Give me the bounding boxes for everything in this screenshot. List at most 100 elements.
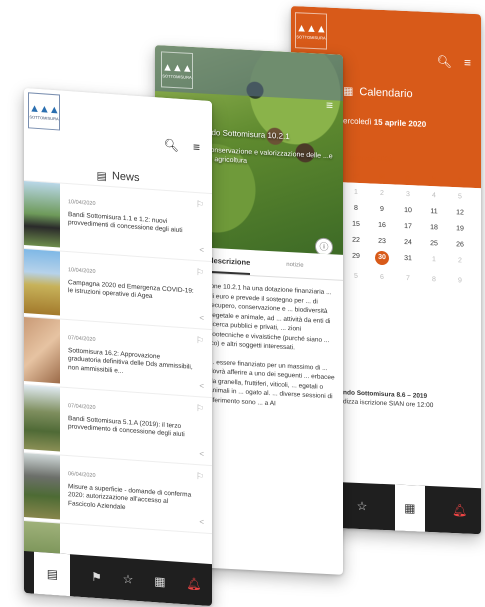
calendar-day[interactable]: 8 <box>343 204 369 212</box>
news-nav-icon[interactable]: ▤ <box>34 551 71 597</box>
calendar-day[interactable]: 1 <box>343 188 369 196</box>
calendar-day[interactable]: 25 <box>421 240 447 248</box>
bookmark-icon[interactable]: ⚐ <box>196 199 204 211</box>
newspaper-icon: ▤ <box>96 169 107 183</box>
bookmark-icon[interactable]: ⚐ <box>196 267 204 279</box>
search-icon[interactable]: 🔍︎ <box>437 54 452 69</box>
tab-notizie[interactable]: notizie <box>286 261 303 268</box>
news-header: ▲▲▲ SOTTOMISURA 🔍︎ ≡ <box>24 88 212 172</box>
weekday-header: S <box>457 177 463 185</box>
calendar-day[interactable]: 7 <box>395 275 421 283</box>
calendar-nav-icon[interactable]: ▦ <box>394 484 425 532</box>
share-icon[interactable]: < <box>199 517 204 526</box>
info-fab-icon[interactable]: ⓘ <box>315 237 333 255</box>
calendar-day[interactable]: 5 <box>447 193 473 201</box>
share-icon[interactable]: < <box>199 313 204 322</box>
news-item-text: 10/04/2020 Bandi Sottomisura 1.1 e 1.2: n… <box>60 184 212 262</box>
news-list-item[interactable]: 06/04/2020 Misure a superficie - domande … <box>24 452 212 534</box>
news-headline: Sottomisura 16.2: Approvazione graduator… <box>68 346 193 375</box>
calendar-title-text: Calendario <box>359 85 413 100</box>
news-headline: Bandi Sottomisura 1.1 e 1.2: nuovi provv… <box>68 210 183 235</box>
share-icon[interactable]: < <box>199 381 204 390</box>
calendar-nav-icon[interactable]: ▦ <box>154 574 165 589</box>
bookmark-nav-icon[interactable]: ⚑ <box>91 570 102 585</box>
menu-icon[interactable]: ≡ <box>326 98 333 112</box>
news-headline: Bandi Sottomisura 5.1.A (2019): il terzo… <box>68 414 185 439</box>
bookmark-icon[interactable]: ⚐ <box>196 335 204 347</box>
star-icon[interactable]: ☆ <box>123 572 134 587</box>
month-label: gennaio 2020 <box>350 154 393 164</box>
selected-date-value: 15 aprile 2020 <box>373 117 427 129</box>
calendar-day[interactable]: 23 <box>369 237 395 245</box>
bookmark-icon[interactable]: ⚐ <box>196 403 204 415</box>
calendar-day[interactable]: 24 <box>395 239 421 247</box>
app-logo[interactable]: ▲▲▲ SOTTOMISURA <box>161 51 193 89</box>
news-thumbnail <box>24 453 60 520</box>
calendar-day[interactable]: 8 <box>421 276 447 284</box>
logo-text: SOTTOMISURA <box>162 72 192 80</box>
calendar-day[interactable]: 17 <box>395 223 421 231</box>
calendar-day[interactable]: 5 <box>343 272 369 280</box>
notification-bell-icon[interactable]: 🔔︎ <box>452 503 467 518</box>
calendar-header-actions: 🔍︎ ≡ <box>437 54 471 69</box>
calendar-event[interactable]: ndo Sottomisura 8.6 – 2019 dizza iscrizi… <box>343 388 473 412</box>
news-list-item[interactable]: 07/04/2020 Bandi Sottomisura 5.1.A (2019)… <box>24 384 212 466</box>
news-thumbnail <box>24 385 60 452</box>
news-thumbnail <box>24 317 60 384</box>
calendar-day-selected[interactable]: 30 <box>375 250 389 266</box>
calendar-day[interactable]: 9 <box>369 205 395 213</box>
weekday-header: M <box>379 173 385 182</box>
calendar-day[interactable]: 18 <box>421 224 447 232</box>
detail-topbar: ▲▲▲ SOTTOMISURA <box>155 45 343 101</box>
logo-text: SOTTOMISURA <box>296 33 326 41</box>
calendar-day[interactable]: 3 <box>395 191 421 199</box>
calendar-day[interactable]: 9 <box>447 277 473 285</box>
selected-date-prefix: ercoledì <box>343 116 372 127</box>
calendar-day[interactable]: 26 <box>447 241 473 249</box>
news-header-actions: 🔍︎ ≡ <box>164 138 200 155</box>
detail-subtitle: conservazione e valorizzazione delle ...… <box>207 146 333 165</box>
calendar-title: ▦ Calendario <box>343 84 413 100</box>
calendar-day[interactable]: 1 <box>421 256 447 268</box>
tab-descrizione[interactable]: descrizione <box>209 255 251 275</box>
event-description: dizza iscrizione SIAN ore 12:00 <box>343 398 434 410</box>
news-item-text: 10/04/2020 Campagna 2020 ed Emergenza COV… <box>60 252 212 330</box>
calendar-day[interactable]: 12 <box>447 209 473 217</box>
notification-bell-icon[interactable]: 🔔︎ <box>186 576 201 591</box>
calendar-day[interactable]: 29 <box>343 252 369 264</box>
detail-title: ndo Sottomisura 10.2.1 <box>207 127 290 142</box>
share-icon[interactable]: < <box>199 245 204 254</box>
news-headline: Misure a superficie - domande di conferm… <box>68 482 192 511</box>
share-icon[interactable]: < <box>199 449 204 458</box>
calendar-day[interactable]: 15 <box>343 220 369 228</box>
calendar-day[interactable]: 19 <box>447 225 473 233</box>
star-icon[interactable]: ☆ <box>357 499 368 513</box>
news-list-item[interactable]: 10/04/2020 Campagna 2020 ed Emergenza COV… <box>24 248 212 330</box>
menu-icon[interactable]: ≡ <box>193 140 200 154</box>
news-item-text: 07/04/2020 Bandi Sottomisura 5.1.A (2019)… <box>60 388 212 466</box>
news-item-text: 06/04/2020 Misure a superficie - domande … <box>60 456 212 534</box>
app-logo[interactable]: ▲▲▲ SOTTOMISURA <box>28 92 60 131</box>
calendar-day[interactable]: 10 <box>395 207 421 215</box>
bookmark-icon[interactable]: ⚐ <box>196 471 204 483</box>
calendar-day[interactable]: 31 <box>395 255 421 267</box>
calendar-day[interactable]: 6 <box>369 273 395 281</box>
news-thumbnail <box>24 181 60 248</box>
menu-icon[interactable]: ≡ <box>464 56 471 70</box>
news-list-item[interactable]: 07/04/2020 Sottomisura 16.2: Approvazione… <box>24 316 212 398</box>
calendar-day[interactable]: 2 <box>369 189 395 197</box>
description-paragraph: ione 10.2.1 ha una dotazione finanziaria… <box>209 282 332 352</box>
calendar-day[interactable]: 4 <box>421 192 447 200</box>
calendar-day[interactable]: 16 <box>369 221 395 229</box>
calendar-grid: M M G V S 1 2 3 4 5 8 9 10 11 12 15 16 17 18 19 22 23 24 25 26 29… <box>343 172 473 285</box>
search-icon[interactable]: 🔍︎ <box>164 138 179 153</box>
weekday-header: V <box>431 176 437 184</box>
calendar-day[interactable]: 2 <box>447 257 473 269</box>
news-item-text: 07/04/2020 Sottomisura 16.2: Approvazione… <box>60 320 212 398</box>
calendar-icon: ▦ <box>343 85 354 98</box>
calendar-day[interactable]: 11 <box>421 208 447 216</box>
app-logo[interactable]: ▲▲▲ SOTTOMISURA <box>295 12 327 50</box>
description-paragraph: ... essere finanziato per un massimo di … <box>209 358 335 407</box>
news-list-item[interactable]: 10/04/2020 Bandi Sottomisura 1.1 e 1.2: n… <box>24 180 212 262</box>
calendar-day[interactable]: 22 <box>343 236 369 244</box>
